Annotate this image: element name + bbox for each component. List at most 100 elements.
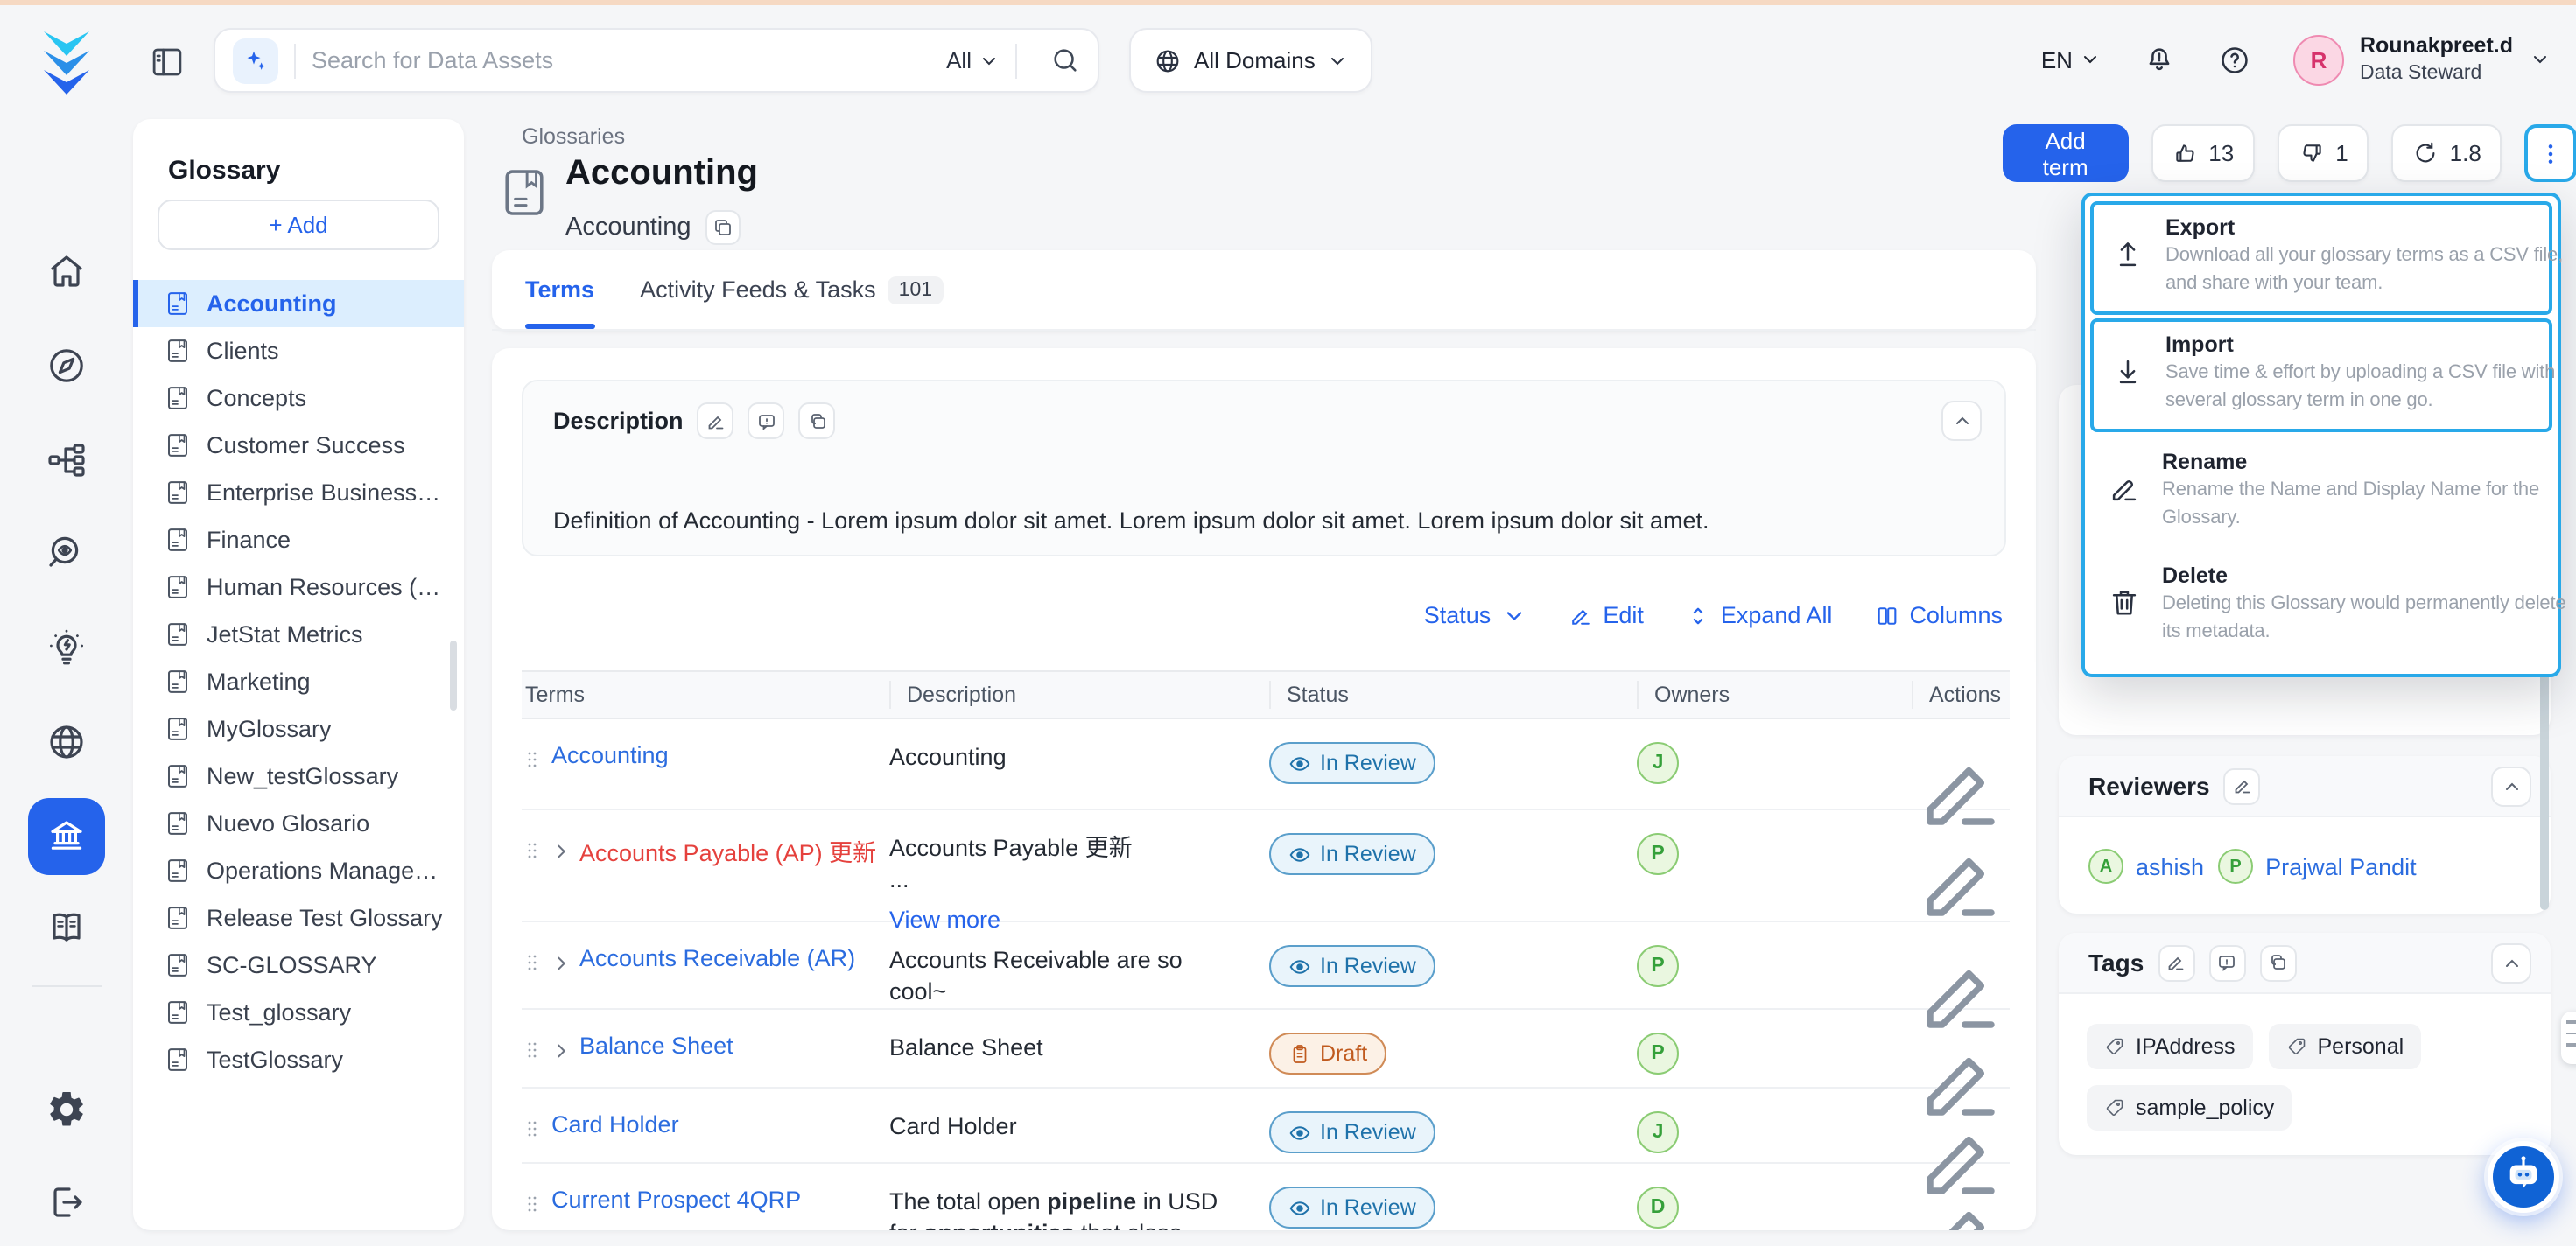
tag-pill[interactable]: IPAddress bbox=[2087, 1024, 2253, 1069]
downvote-button[interactable]: 1 bbox=[2278, 124, 2369, 182]
owner-avatar[interactable]: P bbox=[1637, 833, 1679, 875]
glossary-item[interactable]: Operations Management bbox=[133, 847, 464, 894]
columns-button[interactable]: Columns bbox=[1874, 602, 2003, 628]
notifications-bell-icon[interactable] bbox=[2143, 43, 2176, 76]
status-badge[interactable]: In Review bbox=[1269, 1111, 1435, 1153]
comment-description-button[interactable] bbox=[748, 402, 785, 439]
global-search[interactable]: All bbox=[214, 28, 1099, 93]
user-menu[interactable]: R Rounakpreet.d Data Steward bbox=[2293, 33, 2550, 86]
sidebar-item-observability-icon[interactable] bbox=[46, 532, 88, 574]
drag-handle-icon[interactable] bbox=[522, 1192, 543, 1213]
menu-item-export[interactable]: ExportDownload all your glossary terms a… bbox=[2090, 201, 2552, 315]
menu-item-import[interactable]: ImportSave time & effort by uploading a … bbox=[2090, 318, 2552, 432]
term-link[interactable]: Card Holder bbox=[551, 1111, 679, 1138]
glossary-item[interactable]: JetStat Metrics bbox=[133, 611, 464, 658]
expand-all-button[interactable]: Expand All bbox=[1686, 602, 1833, 628]
menu-item-delete[interactable]: DeleteDeleting this Glossary would perma… bbox=[2085, 549, 2558, 662]
drag-handle-icon[interactable] bbox=[522, 950, 543, 971]
comment-tags-button[interactable] bbox=[2208, 944, 2245, 981]
sidebar-item-logout-icon[interactable] bbox=[46, 1181, 88, 1223]
expand-row-icon[interactable] bbox=[551, 838, 571, 858]
person-name[interactable]: Prajwal Pandit bbox=[2265, 853, 2417, 879]
sidebar-item-docs-book-icon[interactable] bbox=[46, 906, 88, 948]
expand-row-icon[interactable] bbox=[551, 1038, 571, 1057]
glossary-item[interactable]: TestGlossary bbox=[133, 1036, 464, 1083]
app-logo[interactable] bbox=[35, 26, 100, 96]
person-name[interactable]: ashish bbox=[2136, 853, 2204, 879]
owner-avatar[interactable]: P bbox=[1637, 945, 1679, 987]
copy-name-button[interactable] bbox=[705, 210, 741, 245]
term-link[interactable]: Accounting bbox=[551, 742, 669, 768]
expand-row-icon[interactable] bbox=[551, 950, 571, 970]
glossary-item[interactable]: Clients bbox=[133, 327, 464, 374]
term-link[interactable]: Accounts Receivable (AR) bbox=[579, 945, 855, 971]
glossary-item[interactable]: Nuevo Glosario bbox=[133, 800, 464, 847]
glossary-item[interactable]: MyGlossary bbox=[133, 705, 464, 752]
user-avatar[interactable]: R bbox=[2293, 34, 2344, 85]
collapse-tags-button[interactable] bbox=[2491, 943, 2531, 984]
menu-item-rename[interactable]: RenameRename the Name and Display Name f… bbox=[2085, 436, 2558, 550]
reviewer-item[interactable]: PPrajwal Pandit bbox=[2218, 849, 2417, 884]
collapse-reviewers-button[interactable] bbox=[2491, 766, 2531, 807]
assistant-bot-button[interactable] bbox=[2488, 1141, 2559, 1213]
search-icon[interactable] bbox=[1050, 46, 1080, 75]
drag-handle-icon[interactable] bbox=[522, 838, 543, 859]
glossary-item[interactable]: Human Resources (HR) bbox=[133, 564, 464, 611]
copy-description-button[interactable] bbox=[799, 402, 836, 439]
glossary-item[interactable]: SC-GLOSSARY bbox=[133, 942, 464, 989]
glossary-item[interactable]: Customer Success bbox=[133, 422, 464, 469]
owner-avatar[interactable]: J bbox=[1637, 1111, 1679, 1153]
more-options-button[interactable] bbox=[2525, 124, 2576, 182]
help-icon[interactable] bbox=[2218, 43, 2251, 76]
copy-tags-button[interactable] bbox=[2259, 944, 2296, 981]
glossary-item[interactable]: Marketing bbox=[133, 658, 464, 705]
tab-activity-feeds[interactable]: Activity Feeds & Tasks 101 bbox=[640, 250, 943, 329]
drag-handle-icon[interactable] bbox=[522, 1038, 543, 1059]
ai-sparkle-icon[interactable] bbox=[233, 38, 278, 83]
language-dropdown[interactable]: EN bbox=[2041, 46, 2101, 73]
status-badge[interactable]: In Review bbox=[1269, 1186, 1435, 1228]
glossary-item[interactable]: New_testGlossary bbox=[133, 752, 464, 800]
owner-avatar[interactable]: P bbox=[1637, 1032, 1679, 1074]
sidebar-item-globe-icon[interactable] bbox=[46, 721, 88, 763]
tag-pill[interactable]: Personal bbox=[2269, 1024, 2422, 1069]
status-badge[interactable]: Draft bbox=[1269, 1032, 1386, 1074]
sidebar-item-home-icon[interactable] bbox=[46, 250, 88, 292]
tab-terms[interactable]: Terms bbox=[525, 250, 594, 329]
glossary-item[interactable]: Accounting bbox=[133, 280, 464, 327]
sidebar-item-workflow-icon[interactable] bbox=[46, 439, 88, 481]
reviewer-item[interactable]: Aashish bbox=[2088, 849, 2204, 884]
breadcrumb[interactable]: Glossaries bbox=[522, 124, 625, 149]
owner-avatar[interactable]: D bbox=[1637, 1186, 1679, 1228]
add-term-button[interactable]: Add term bbox=[2003, 124, 2128, 182]
edit-description-button[interactable] bbox=[698, 402, 734, 439]
collapsed-widget-tab[interactable] bbox=[2561, 1012, 2576, 1064]
owner-avatar[interactable]: J bbox=[1637, 742, 1679, 784]
column-header-owners[interactable]: Owners bbox=[1637, 681, 1912, 709]
tag-pill[interactable]: sample_policy bbox=[2087, 1085, 2292, 1130]
status-badge[interactable]: In Review bbox=[1269, 945, 1435, 987]
add-glossary-button[interactable]: + Add bbox=[158, 200, 439, 250]
drag-handle-icon[interactable] bbox=[522, 1116, 543, 1138]
glossary-item[interactable]: Test_glossary bbox=[133, 989, 464, 1036]
edit-reviewers-button[interactable] bbox=[2224, 767, 2261, 804]
drag-handle-icon[interactable] bbox=[522, 747, 543, 768]
term-link[interactable]: Current Prospect 4QRP bbox=[551, 1186, 801, 1213]
collapse-description-button[interactable] bbox=[1941, 401, 1982, 441]
score-button[interactable]: 1.8 bbox=[2392, 124, 2502, 182]
sidebar-item-governance-bank-icon[interactable] bbox=[28, 798, 105, 875]
sidebar-item-compass-icon[interactable] bbox=[46, 345, 88, 387]
search-input[interactable] bbox=[312, 47, 946, 74]
glossary-scrollbar[interactable] bbox=[450, 640, 457, 710]
term-link[interactable]: Balance Sheet bbox=[579, 1032, 733, 1059]
sidebar-item-settings-gear-icon[interactable] bbox=[46, 1088, 88, 1130]
edit-button[interactable]: Edit bbox=[1568, 602, 1644, 628]
status-filter-dropdown[interactable]: Status bbox=[1424, 602, 1527, 628]
glossary-item[interactable]: Finance bbox=[133, 516, 464, 564]
glossary-item[interactable]: Release Test Glossary bbox=[133, 894, 464, 942]
sidebar-toggle-icon[interactable] bbox=[149, 44, 186, 80]
column-header-status[interactable]: Status bbox=[1269, 681, 1637, 709]
column-header-actions[interactable]: Actions bbox=[1912, 681, 2010, 709]
column-header-description[interactable]: Description bbox=[889, 681, 1269, 709]
glossary-item[interactable]: Concepts bbox=[133, 374, 464, 422]
